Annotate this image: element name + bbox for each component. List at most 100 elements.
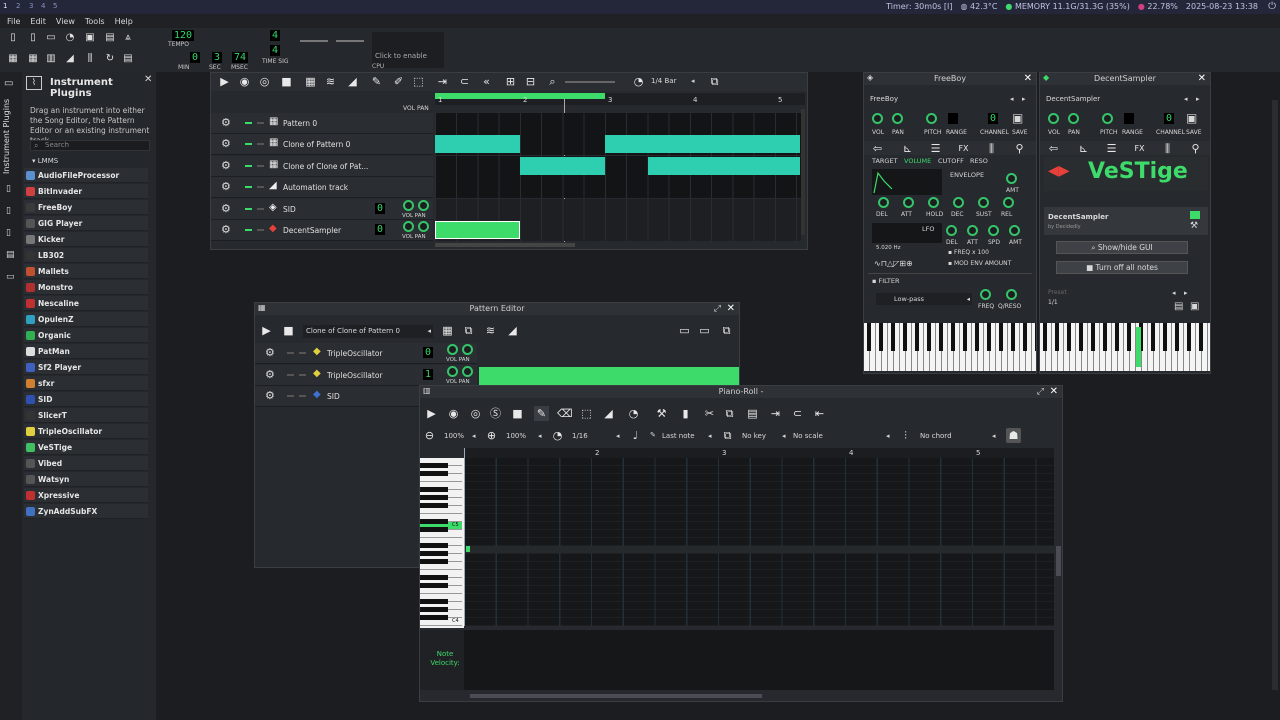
preset-list-icon[interactable]: ▤ bbox=[1174, 301, 1183, 312]
pr-ruler[interactable]: 2 3 4 5 bbox=[464, 448, 1054, 458]
draw-mode-icon[interactable]: ✎ bbox=[369, 74, 384, 89]
maximize-icon[interactable]: ⤢ bbox=[714, 303, 721, 315]
scale-dropdown-icon[interactable]: ◂ bbox=[886, 432, 890, 440]
pattern-select[interactable]: Clone of Clone of Pattern 0 ◂ bbox=[303, 325, 433, 338]
black-key[interactable] bbox=[420, 583, 448, 588]
files-tab-icon[interactable]: ▯ bbox=[6, 184, 11, 194]
lfo-knob[interactable] bbox=[988, 225, 999, 236]
gear-icon[interactable]: ⚙ bbox=[265, 346, 275, 359]
add-sample-icon[interactable]: ≋ bbox=[483, 323, 498, 338]
open-folder-icon[interactable]: ▭ bbox=[44, 31, 58, 45]
workspace-2[interactable]: 2 bbox=[16, 2, 20, 10]
panel-close-icon[interactable]: ✕ bbox=[144, 74, 152, 85]
add-pattern-track-icon[interactable]: ▦ bbox=[303, 74, 318, 89]
envelope-graph[interactable] bbox=[872, 169, 942, 195]
filter-checkbox[interactable]: ▪ FILTER bbox=[872, 277, 899, 285]
black-key[interactable] bbox=[420, 487, 448, 492]
remove-steps-icon[interactable]: ▭ bbox=[677, 323, 692, 338]
lfo-knob[interactable] bbox=[967, 225, 978, 236]
plugin-item[interactable]: TripleOscillator bbox=[24, 424, 148, 439]
note-grid[interactable] bbox=[464, 458, 1054, 626]
zoom-y-dropdown-icon[interactable]: ◂ bbox=[538, 432, 542, 440]
add-steps-icon[interactable]: ▭ bbox=[697, 323, 712, 338]
pr-draw-icon[interactable]: ✎ bbox=[534, 406, 549, 421]
range-display[interactable] bbox=[1124, 113, 1135, 124]
decentsampler-name[interactable]: DecentSampler bbox=[1046, 95, 1100, 103]
record-button[interactable]: ◉ bbox=[237, 74, 252, 89]
song-clip[interactable] bbox=[648, 156, 800, 175]
play-button[interactable]: ▶ bbox=[217, 74, 232, 89]
zoom-slider[interactable] bbox=[565, 81, 615, 83]
env-amt-knob[interactable] bbox=[1006, 173, 1017, 184]
zoom-icon[interactable]: ⌕ bbox=[545, 74, 560, 89]
plugin-item[interactable]: Watsyn bbox=[24, 472, 148, 487]
track-pan-knob[interactable] bbox=[418, 199, 429, 211]
env-knob[interactable] bbox=[978, 197, 989, 208]
quantize-dropdown-icon[interactable]: ◂ bbox=[691, 77, 695, 85]
track-vol-knob[interactable] bbox=[403, 199, 414, 211]
add-pattern-icon[interactable]: ▦ bbox=[440, 323, 455, 338]
instrument-plugins-tab[interactable]: Instrument Plugins bbox=[2, 99, 11, 174]
black-key[interactable] bbox=[420, 543, 448, 548]
track-vol-knob[interactable] bbox=[447, 344, 458, 355]
tab-envelope-icon[interactable]: ⊾ bbox=[900, 141, 915, 156]
env-knob[interactable] bbox=[928, 197, 939, 208]
solo-toggle[interactable] bbox=[257, 229, 264, 231]
timesig-denominator[interactable]: 4 bbox=[270, 45, 281, 56]
menu-edit[interactable]: Edit bbox=[30, 17, 46, 26]
tab-tuning-icon[interactable]: ⚲ bbox=[1012, 141, 1027, 156]
key-dropdown-icon[interactable]: ◂ bbox=[782, 432, 786, 440]
notes-icon[interactable]: ▤ bbox=[121, 52, 135, 66]
quantize-select[interactable]: 1/4 Bar bbox=[651, 77, 676, 85]
master-pitch-slider[interactable] bbox=[336, 40, 364, 42]
add-sample-track-icon[interactable]: ≋ bbox=[323, 74, 338, 89]
vol-knob[interactable] bbox=[872, 113, 883, 124]
pr-hscroll[interactable] bbox=[470, 694, 762, 698]
track-name[interactable]: Pattern 0 bbox=[283, 119, 317, 128]
tab-midi-icon[interactable]: ⫼ bbox=[984, 141, 999, 156]
key-select[interactable]: No key bbox=[742, 432, 766, 440]
next-preset-icon[interactable]: ▸ bbox=[1022, 95, 1026, 103]
solo-toggle[interactable] bbox=[299, 373, 306, 376]
solo-toggle[interactable] bbox=[257, 122, 264, 124]
lfo-waveform-icons[interactable]: ∿⊓△◸⊞⊕ bbox=[874, 259, 913, 268]
plugin-item[interactable]: SID bbox=[24, 392, 148, 407]
black-key[interactable] bbox=[420, 599, 448, 604]
track-name[interactable]: Automation track bbox=[283, 183, 348, 192]
black-key[interactable] bbox=[420, 495, 448, 500]
snap-icon[interactable]: ⧉ bbox=[707, 74, 722, 89]
preset-next-icon[interactable]: ▸ bbox=[1184, 289, 1188, 297]
tab-plugin-icon[interactable]: ⇦ bbox=[1046, 141, 1061, 156]
loop-icon[interactable]: ⊂ bbox=[457, 74, 472, 89]
song-track[interactable]: ⚙ ◆ DecentSampler 0 VOL PAN bbox=[211, 220, 433, 241]
track-name[interactable]: TripleOscillator bbox=[327, 349, 383, 358]
zoom-y-select[interactable]: 100% bbox=[506, 432, 526, 440]
instrument-plugins-tab-icon[interactable]: ▭ bbox=[4, 78, 13, 89]
freq-x100-checkbox[interactable]: ▪ FREQ x 100 bbox=[948, 249, 989, 256]
black-key[interactable] bbox=[420, 471, 448, 476]
workspace-vscroll[interactable] bbox=[1272, 100, 1278, 690]
tab-tuning-icon[interactable]: ⚲ bbox=[1188, 141, 1203, 156]
track-name[interactable]: TripleOscillator bbox=[327, 371, 383, 380]
plugin-item[interactable]: SlicerT bbox=[24, 408, 148, 423]
solo-toggle[interactable] bbox=[257, 164, 264, 167]
solo-toggle[interactable] bbox=[257, 186, 264, 189]
pr-quantize-dropdown-icon[interactable]: ◂ bbox=[616, 432, 620, 440]
track-volume-display[interactable]: 0 bbox=[423, 347, 434, 358]
mod-env-checkbox[interactable]: ▪ MOD ENV AMOUNT bbox=[948, 260, 1011, 267]
workspace-5[interactable]: 5 bbox=[53, 2, 57, 10]
tab-chord-icon[interactable]: ☰ bbox=[928, 141, 943, 156]
plugin-item[interactable]: AudioFileProcessor bbox=[24, 168, 148, 183]
presets-tab-icon[interactable]: ▤ bbox=[6, 250, 15, 260]
power-icon[interactable]: ⏻ bbox=[1268, 1, 1276, 12]
pr-cut-icon[interactable]: ✂ bbox=[702, 406, 717, 421]
msec-display[interactable]: 74 bbox=[232, 52, 249, 63]
ghost-notes-icon[interactable]: ☗ bbox=[1006, 428, 1021, 443]
track-vol-knob[interactable] bbox=[403, 221, 414, 232]
plugin-item[interactable]: sfxr bbox=[24, 376, 148, 391]
pr-play-button[interactable]: ▶ bbox=[424, 406, 439, 421]
prev-preset-icon[interactable]: ◂ bbox=[1184, 95, 1188, 103]
pr-vscroll[interactable] bbox=[1056, 546, 1061, 576]
track-lane[interactable] bbox=[435, 198, 801, 220]
tab-volume[interactable]: VOLUME bbox=[904, 157, 931, 165]
